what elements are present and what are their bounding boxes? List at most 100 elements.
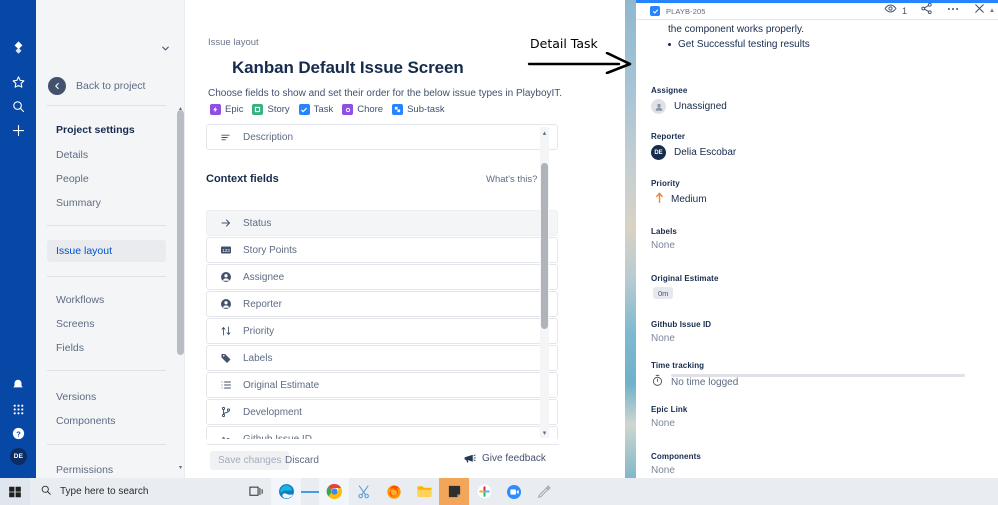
google-chrome-icon[interactable] bbox=[319, 478, 349, 505]
avatar[interactable]: DE bbox=[10, 448, 27, 465]
sidebar-top bbox=[36, 0, 184, 60]
field-value[interactable]: DE Delia Escobar bbox=[651, 145, 736, 160]
watch-button[interactable]: 1 bbox=[884, 2, 907, 20]
field-row-development[interactable]: Development bbox=[206, 399, 558, 425]
priority-value: Medium bbox=[671, 193, 707, 205]
sidebar-item-permissions[interactable]: Permissions bbox=[47, 459, 166, 478]
field-label: Reporter bbox=[243, 298, 282, 310]
svg-text:123: 123 bbox=[222, 248, 230, 253]
jira-logo-icon[interactable] bbox=[0, 34, 36, 62]
field-value[interactable]: None bbox=[651, 418, 687, 429]
field-row-assignee[interactable]: Assignee bbox=[206, 264, 558, 290]
sidebar-item-label: Screens bbox=[56, 318, 95, 330]
sidebar-item-summary[interactable]: Summary bbox=[47, 192, 166, 214]
scroll-down-icon[interactable]: ▾ bbox=[177, 463, 184, 471]
chevron-down-icon[interactable] bbox=[158, 41, 172, 55]
file-explorer-icon[interactable] bbox=[409, 478, 439, 505]
sidebar-item-versions[interactable]: Versions bbox=[47, 386, 166, 408]
sidebar-item-details[interactable]: Details bbox=[47, 144, 166, 166]
create-icon[interactable] bbox=[0, 116, 36, 144]
field-value[interactable]: None bbox=[651, 240, 677, 251]
share-icon[interactable] bbox=[920, 2, 933, 20]
issue-type-epic[interactable]: Epic bbox=[210, 104, 243, 115]
description-line: the component works properly. bbox=[668, 24, 804, 35]
issue-type-label: Sub-task bbox=[407, 104, 445, 115]
field-row-status[interactable]: Status bbox=[206, 210, 558, 236]
field-value[interactable]: None bbox=[651, 333, 711, 344]
sidebar-item-issue-layout[interactable]: Issue layout bbox=[47, 240, 166, 262]
sidebar-item-workflows[interactable]: Workflows bbox=[47, 289, 166, 311]
issue-type-label: Task bbox=[313, 104, 334, 115]
sidebar-heading-label: Project settings bbox=[56, 124, 135, 136]
avatar-placeholder-icon bbox=[651, 99, 666, 114]
scroll-up-icon[interactable]: ▴ bbox=[540, 128, 549, 138]
whats-this-link[interactable]: What's this? bbox=[486, 174, 537, 185]
scroll-down-icon[interactable]: ▾ bbox=[540, 428, 549, 438]
issue-type-chore[interactable]: Chore bbox=[342, 104, 383, 115]
field-label: Story Points bbox=[243, 244, 297, 256]
sidebar-item-components[interactable]: Components bbox=[47, 410, 166, 432]
field-row-reporter[interactable]: Reporter bbox=[206, 291, 558, 317]
content-scrollbar-thumb[interactable] bbox=[541, 163, 548, 329]
snipping-tool-icon[interactable] bbox=[349, 478, 379, 505]
field-row-priority[interactable]: Priority bbox=[206, 318, 558, 344]
sidebar-divider bbox=[47, 370, 166, 371]
bullet-icon bbox=[668, 43, 671, 46]
issue-type-task[interactable]: Task bbox=[298, 104, 334, 115]
field-row-story-points[interactable]: 123 Story Points bbox=[206, 237, 558, 263]
person-circle-icon bbox=[219, 271, 232, 284]
breadcrumb[interactable]: Issue layout bbox=[208, 37, 259, 48]
detail-field-components: Components None bbox=[651, 452, 701, 476]
field-row-original-estimate[interactable]: Original Estimate bbox=[206, 372, 558, 398]
field-label: Labels bbox=[243, 352, 273, 364]
sidebar-item-label: Summary bbox=[56, 197, 101, 209]
sidebar-item-people[interactable]: People bbox=[47, 168, 166, 190]
field-label: Time tracking bbox=[651, 361, 705, 370]
issue-type-label: Story bbox=[267, 104, 290, 115]
close-icon[interactable] bbox=[973, 2, 986, 20]
sidebar-item-fields[interactable]: Fields bbox=[47, 337, 166, 359]
sidebar-scrollbar-thumb[interactable] bbox=[177, 110, 184, 355]
slack-icon[interactable] bbox=[469, 478, 499, 505]
issue-key-group[interactable]: PLAYB-205 bbox=[650, 6, 706, 16]
field-value[interactable]: 0m bbox=[651, 287, 719, 299]
text-aa-icon: Aa bbox=[219, 433, 232, 439]
sidebar-item-label: Workflows bbox=[56, 294, 105, 306]
scroll-up-icon[interactable]: ▴ bbox=[988, 5, 996, 15]
task-view-icon[interactable] bbox=[241, 478, 271, 505]
firefox-icon[interactable] bbox=[379, 478, 409, 505]
field-row-description[interactable]: Description bbox=[206, 124, 558, 150]
back-to-project-button[interactable]: Back to project bbox=[48, 77, 145, 95]
windows-start-icon[interactable] bbox=[0, 478, 30, 505]
field-value[interactable]: Medium bbox=[651, 192, 707, 206]
arrow-right-icon bbox=[219, 217, 232, 230]
field-label: Github Issue ID bbox=[243, 433, 312, 440]
more-horizontal-icon[interactable] bbox=[946, 2, 960, 21]
help-icon[interactable]: ? bbox=[0, 419, 36, 447]
sidebar-item-screens[interactable]: Screens bbox=[47, 313, 166, 335]
sidebar-item-label: Components bbox=[56, 415, 116, 427]
save-changes-button[interactable]: Save changes bbox=[210, 451, 290, 470]
microsoft-edge-icon[interactable] bbox=[271, 478, 301, 505]
field-row-labels[interactable]: Labels bbox=[206, 345, 558, 371]
field-row-github-issue-id[interactable]: Aa Github Issue ID bbox=[206, 426, 558, 439]
discard-button[interactable]: Discard bbox=[285, 455, 319, 466]
taskbar-apps bbox=[241, 478, 559, 505]
avatar: DE bbox=[651, 145, 666, 160]
give-feedback-button[interactable]: Give feedback bbox=[463, 453, 546, 464]
annotation-label: Detail Task bbox=[530, 36, 598, 51]
field-value[interactable]: Unassigned bbox=[651, 99, 727, 114]
sidebar-item-label: Permissions bbox=[56, 464, 114, 476]
page-description: Choose fields to show and set their orde… bbox=[208, 88, 563, 99]
issue-type-story[interactable]: Story bbox=[252, 104, 290, 115]
zoom-icon[interactable] bbox=[499, 478, 529, 505]
sticky-notes-icon[interactable] bbox=[439, 478, 469, 505]
taskbar-search-box[interactable]: Type here to search bbox=[30, 478, 235, 505]
paint-3d-icon[interactable] bbox=[529, 478, 559, 505]
field-label: Priority bbox=[651, 179, 680, 188]
field-label: Description bbox=[243, 131, 294, 143]
time-tracking-text: No time logged bbox=[671, 376, 739, 388]
field-value[interactable]: None bbox=[651, 465, 701, 476]
search-icon bbox=[40, 483, 52, 501]
issue-type-sub-task[interactable]: Sub-task bbox=[392, 104, 445, 115]
